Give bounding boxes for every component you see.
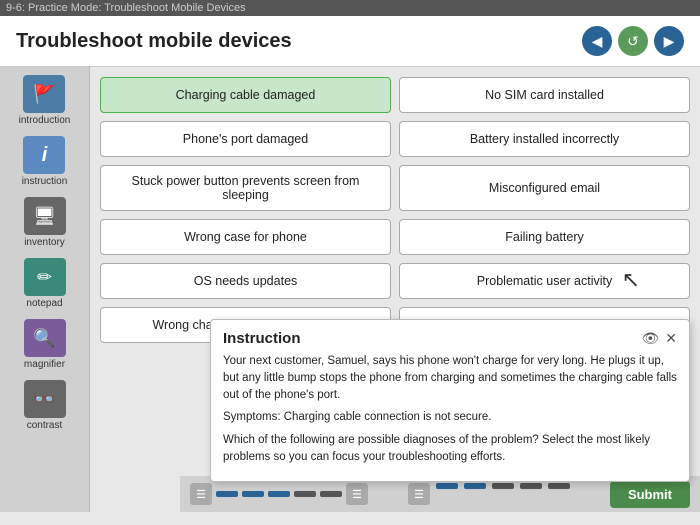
instruction-popup: Instruction 👁 ✕ Your next customer, Samu… [210, 319, 690, 483]
sidebar-item-instruction[interactable]: i instruction [22, 136, 68, 187]
instruction-symptoms: Symptoms: Charging cable connection is n… [223, 409, 677, 426]
option-battery-installed[interactable]: Battery installed incorrectly [399, 121, 690, 157]
progress-icon-2: ☰ [346, 483, 368, 505]
progress-dot-1 [216, 491, 238, 497]
instruction-icon: i [23, 136, 65, 174]
eye-icon[interactable]: 👁 [641, 330, 659, 347]
instruction-question: Which of the following are possible diag… [223, 432, 677, 467]
instruction-popup-controls: 👁 ✕ [641, 330, 677, 347]
progress-dot-4 [294, 491, 316, 497]
progress-dot-2 [242, 491, 264, 497]
progress-dot-7 [464, 483, 486, 489]
progress-dot-8 [492, 483, 514, 489]
instruction-body: Your next customer, Samuel, says his pho… [223, 353, 677, 405]
magnifier-icon: 🔍 [24, 319, 66, 357]
option-os-updates[interactable]: OS needs updates [100, 263, 391, 299]
progress-dots: ☰ ☰ [190, 483, 368, 505]
progress-dot-6 [436, 483, 458, 489]
header: Troubleshoot mobile devices ◀ ↺ ▶ [0, 16, 700, 67]
inventory-icon: 🖥 [24, 197, 66, 235]
sidebar-label-notepad: notepad [26, 298, 62, 309]
sidebar-label-contrast: contrast [27, 420, 63, 431]
option-failing-battery[interactable]: Failing battery [399, 219, 690, 255]
submit-button[interactable]: Submit [610, 481, 690, 508]
notepad-icon: ✏ [24, 258, 66, 296]
title-bar: 9-6: Practice Mode: Troubleshoot Mobile … [0, 0, 700, 16]
back-button[interactable]: ◀ [582, 26, 612, 56]
option-stuck-power[interactable]: Stuck power button prevents screen from … [100, 165, 391, 211]
page-title: Troubleshoot mobile devices [16, 30, 292, 53]
instruction-popup-header: Instruction 👁 ✕ [223, 330, 677, 347]
progress-dot-3 [268, 491, 290, 497]
bottom-icon-group: ☰ [408, 483, 570, 505]
sidebar-label-inventory: inventory [24, 237, 65, 248]
progress-dot-9 [520, 483, 542, 489]
instruction-popup-title: Instruction [223, 330, 301, 347]
introduction-icon: 🚩 [23, 75, 65, 113]
option-port-damaged[interactable]: Phone's port damaged [100, 121, 391, 157]
sidebar-label-instruction: instruction [22, 176, 68, 187]
progress-dot-10 [548, 483, 570, 489]
sidebar-item-magnifier[interactable]: 🔍 magnifier [24, 319, 66, 370]
contrast-icon: 👓 [24, 380, 66, 418]
sidebar-item-contrast[interactable]: 👓 contrast [24, 380, 66, 431]
sidebar-item-introduction[interactable]: 🚩 introduction [19, 75, 71, 126]
options-grid: Charging cable damaged No SIM card insta… [100, 77, 690, 343]
nav-icons: ◀ ↺ ▶ [582, 26, 684, 56]
bottom-control-icon: ☰ [408, 483, 430, 505]
sidebar-label-introduction: introduction [19, 115, 71, 126]
progress-dot-5 [320, 491, 342, 497]
sidebar-item-notepad[interactable]: ✏ notepad [24, 258, 66, 309]
sidebar-item-inventory[interactable]: 🖥 inventory [24, 197, 66, 248]
option-problematic-user[interactable]: Problematic user activity [399, 263, 690, 299]
sidebar: 🚩 introduction i instruction 🖥 inventory… [0, 67, 90, 512]
option-wrong-case[interactable]: Wrong case for phone [100, 219, 391, 255]
refresh-button[interactable]: ↺ [618, 26, 648, 56]
sidebar-label-magnifier: magnifier [24, 359, 65, 370]
option-charging-cable[interactable]: Charging cable damaged [100, 77, 391, 113]
content-area: Charging cable damaged No SIM card insta… [90, 67, 700, 512]
main-container: 🚩 introduction i instruction 🖥 inventory… [0, 67, 700, 512]
progress-icon-1: ☰ [190, 483, 212, 505]
option-misconfigured-email[interactable]: Misconfigured email [399, 165, 690, 211]
forward-button[interactable]: ▶ [654, 26, 684, 56]
close-icon[interactable]: ✕ [665, 330, 677, 347]
option-no-sim[interactable]: No SIM card installed [399, 77, 690, 113]
